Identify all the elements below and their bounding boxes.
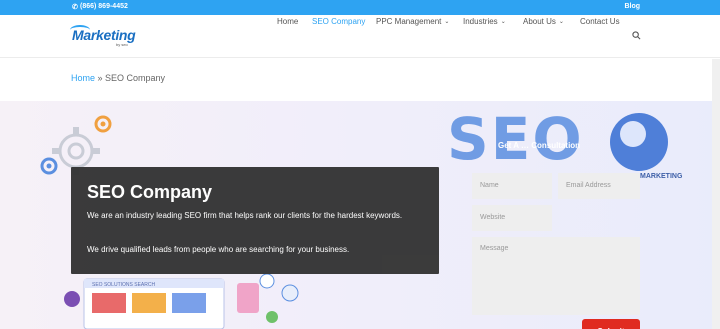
nav-item-ppc-management[interactable]: PPC Management ⌄: [376, 17, 449, 26]
nav-item-seo-company[interactable]: SEO Company: [312, 17, 365, 26]
phone-number: (866) 869-4452: [80, 3, 128, 10]
submit-button[interactable]: Submit: [582, 319, 640, 329]
phone-icon: ✆: [72, 4, 78, 11]
name-field[interactable]: Name: [472, 173, 552, 199]
nav-item-contact-us[interactable]: Contact Us: [580, 17, 620, 26]
nav-label: Industries: [463, 17, 498, 26]
breadcrumb-separator: »: [95, 73, 106, 83]
consultation-heading: Get A … Consultation: [498, 141, 581, 150]
seo-illustration: SEO SOLUTIONS SEARCH: [64, 273, 299, 329]
hero-card: SEO Company We are an industry leading S…: [71, 167, 439, 274]
chevron-down-icon: ⌄: [500, 19, 506, 25]
chevron-down-icon: ⌄: [558, 19, 564, 25]
seo-graphic-subtext: MARKETING: [640, 173, 683, 180]
rocket-icon: [620, 121, 646, 147]
email-field[interactable]: Email Address: [558, 173, 640, 199]
logo-subtitle: by seo: [116, 42, 128, 47]
gear-icon: [94, 115, 112, 133]
phone-link[interactable]: ✆ (866) 869-4452: [72, 3, 128, 11]
website-field[interactable]: Website: [472, 205, 552, 231]
gear-icon: [40, 157, 58, 175]
breadcrumb: Home » SEO Company: [71, 73, 165, 83]
message-field[interactable]: Message: [472, 237, 640, 315]
nav-item-about-us[interactable]: About Us ⌄: [523, 17, 564, 26]
hero-description: We are an industry leading SEO firm that…: [87, 211, 403, 220]
hero-description-secondary: We drive qualified leads from people who…: [87, 245, 350, 254]
hero-section: SEO MARKETING Get A … Consultation SEO S…: [0, 101, 720, 329]
nav-label: Home: [277, 17, 299, 26]
nav-item-industries[interactable]: Industries ⌄: [463, 17, 506, 26]
breadcrumb-section: Home » SEO Company: [0, 59, 720, 101]
nav-item-home[interactable]: Home: [277, 17, 298, 26]
search-icon[interactable]: [632, 31, 641, 40]
seo-graphic-text: SEO: [447, 105, 584, 173]
logo-wordmark: Marketing: [72, 27, 136, 43]
page-scrollbar[interactable]: [712, 59, 720, 329]
breadcrumb-current: SEO Company: [105, 73, 166, 83]
nav-label: SEO Company: [312, 17, 366, 26]
chevron-down-icon: ⌄: [444, 19, 450, 25]
nav-label: Contact Us: [580, 17, 620, 26]
site-logo[interactable]: Marketing by seo: [70, 25, 144, 51]
nav-label: About Us: [523, 17, 556, 26]
nav-label: PPC Management: [376, 17, 442, 26]
breadcrumb-home-link[interactable]: Home: [71, 73, 95, 83]
top-bar: ✆ (866) 869-4452 Blog: [0, 0, 720, 15]
page-title: SEO Company: [87, 182, 213, 202]
illustration-label: SEO SOLUTIONS SEARCH: [92, 282, 155, 288]
blog-link[interactable]: Blog: [624, 3, 640, 10]
